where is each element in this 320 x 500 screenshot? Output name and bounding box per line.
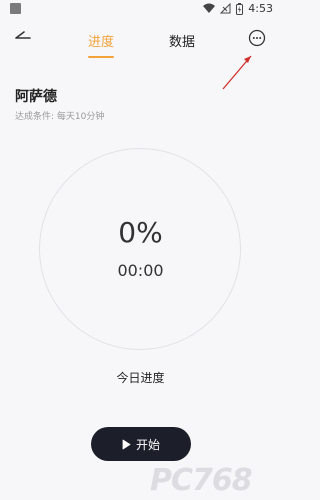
start-button-label: 开始 (135, 437, 160, 452)
status-bar: 4:53 (0, 0, 281, 22)
elapsed-time: 00:00 (117, 261, 164, 280)
watermark-logo: PC768 (150, 463, 253, 498)
today-progress-label: 今日进度 (116, 371, 165, 385)
top-nav: 进度 数据 (0, 22, 281, 58)
more-options-icon[interactable] (248, 29, 266, 47)
progress-percent: 0% (118, 216, 163, 249)
task-title: 阿萨德 (15, 89, 57, 105)
tab-progress[interactable]: 进度 (88, 31, 115, 58)
status-time: 4:53 (248, 2, 273, 15)
tab-data[interactable]: 数据 (169, 31, 195, 50)
status-icons: 4:53 (203, 2, 273, 15)
play-icon (122, 439, 131, 449)
progress-ring (39, 148, 241, 350)
battery-charging-icon (236, 2, 244, 15)
no-signal-icon (220, 3, 231, 14)
start-button[interactable]: 开始 (91, 427, 191, 461)
wifi-icon (203, 3, 216, 13)
back-arrow-icon[interactable] (12, 27, 34, 49)
app-icon (10, 3, 21, 14)
task-condition: 达成条件: 每天10分钟 (15, 112, 105, 122)
